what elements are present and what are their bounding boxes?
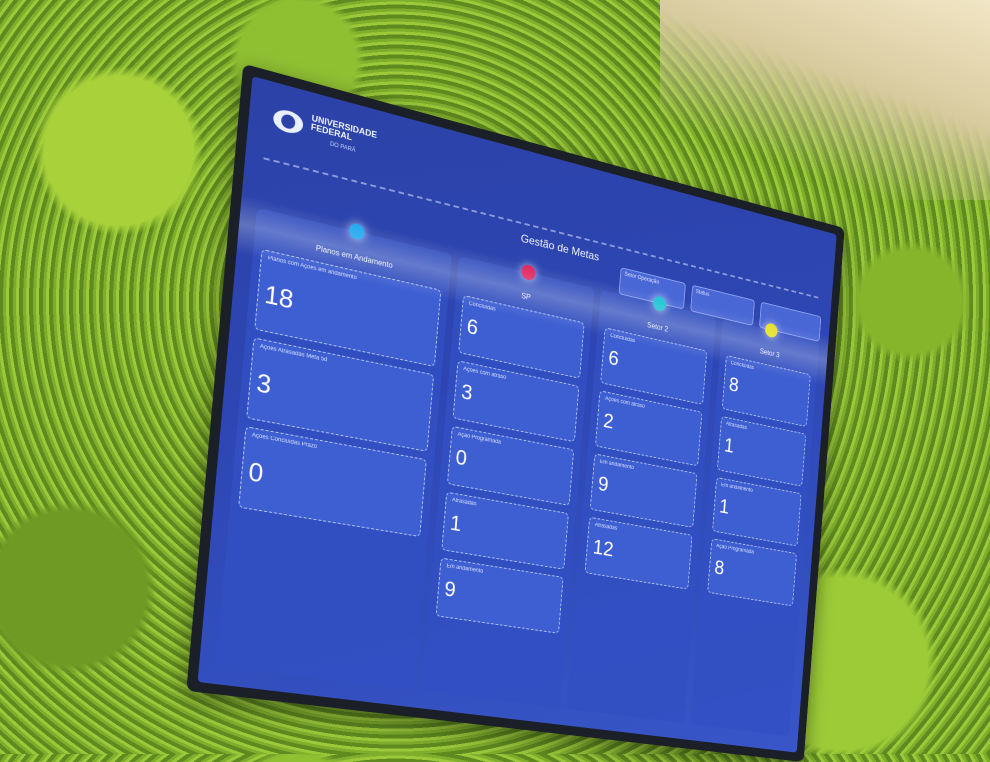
dashboard-screen: UNIVERSIDADE FEDERAL DO PARÁ Gestão de M… xyxy=(197,76,837,753)
metric-card[interactable]: Atrasadas 1 xyxy=(441,491,570,570)
column-planos: Planos em Andamento Planos com Ações em … xyxy=(215,207,452,691)
metric-value: 8 xyxy=(713,555,726,580)
column-setor-2: Setor 2 Concluídas 6 Ações com atraso 2 … xyxy=(566,289,717,724)
metric-card[interactable]: Ação Programada 8 xyxy=(706,538,797,607)
university-logo: UNIVERSIDADE FEDERAL DO PARÁ xyxy=(272,104,377,159)
column-status-dot xyxy=(348,222,366,242)
logo-emblem-icon xyxy=(272,107,304,137)
wall-mounted-tv: UNIVERSIDADE FEDERAL DO PARÁ Gestão de M… xyxy=(186,63,845,762)
tv-wrapper: UNIVERSIDADE FEDERAL DO PARÁ Gestão de M… xyxy=(186,60,895,762)
metric-card[interactable]: Atrasadas 12 xyxy=(584,516,693,590)
metric-value: 1 xyxy=(718,494,730,519)
metric-card[interactable]: Em andamento 1 xyxy=(711,476,802,547)
column-status-dot xyxy=(520,263,536,282)
metric-card[interactable]: Atrasadas 1 xyxy=(716,415,807,487)
metric-value: 0 xyxy=(247,456,265,489)
top-card-label: Status xyxy=(695,289,710,298)
metric-card[interactable]: Em andamento 9 xyxy=(435,557,564,634)
metric-card[interactable]: Em andamento 9 xyxy=(590,453,698,528)
metric-card[interactable]: Ações com atraso 2 xyxy=(595,390,703,467)
column-sp: SP Concluídas 6 Ações com atraso 3 Ação … xyxy=(421,255,595,709)
